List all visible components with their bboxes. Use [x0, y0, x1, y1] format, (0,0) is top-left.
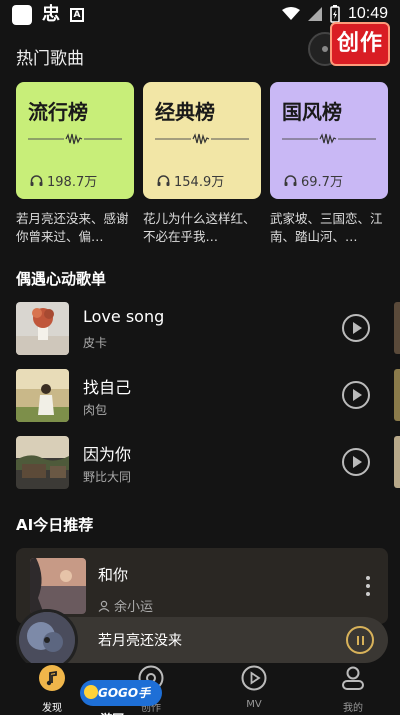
chart-card-classic[interactable]: 经典榜 154.9万 — [143, 82, 261, 199]
song-row[interactable]: 找自己 肉包 — [16, 369, 384, 425]
tab-label: MV — [246, 699, 262, 710]
song-row[interactable]: Love song 皮卡 — [16, 302, 384, 358]
song-cover — [16, 369, 69, 422]
next-card-edge — [394, 302, 400, 354]
chart-card-pop[interactable]: 流行榜 198.7万 — [16, 82, 134, 199]
waveform-icon — [155, 133, 249, 145]
playlist-section-title: 偶遇心动歌单 — [16, 270, 107, 288]
waveform-icon — [282, 133, 376, 145]
now-playing-bar[interactable]: 若月亮还没来 — [16, 609, 388, 671]
play-button[interactable] — [342, 381, 370, 409]
music-note-icon — [39, 665, 65, 691]
bottom-tab-bar: 发现 创作 MV 我的 GOGO手游网 — [0, 663, 400, 715]
song-title: 找自己 — [83, 378, 132, 397]
song-title: 因为你 — [83, 445, 132, 464]
watermark-logo: GOGO手游网 — [80, 680, 162, 715]
tab-label: 我的 — [343, 703, 363, 714]
notification-glyph-icon: 忠 — [42, 4, 60, 25]
ai-song-artist-name: 余小运 — [114, 600, 154, 615]
person-icon — [340, 665, 366, 691]
chart-card-guofeng[interactable]: 国风榜 69.7万 — [270, 82, 388, 199]
play-circle-icon — [241, 665, 267, 691]
tab-label: 发现 — [42, 703, 62, 714]
song-title: Love song — [83, 307, 165, 326]
ai-recommend-card[interactable]: 和你 余小运 — [16, 548, 388, 624]
song-cover — [16, 302, 69, 355]
tab-mine[interactable]: 我的 — [323, 665, 383, 715]
chart-card-title: 经典榜 — [155, 100, 215, 124]
chart-card-title: 流行榜 — [28, 100, 88, 124]
now-playing-cover — [16, 609, 78, 671]
play-button[interactable] — [342, 448, 370, 476]
ai-song-cover — [30, 558, 86, 614]
ai-song-title: 和你 — [98, 566, 129, 584]
headphones-icon — [30, 174, 43, 186]
chart-card-desc[interactable]: 花儿为什么这样红、不必在乎我… — [143, 210, 265, 246]
play-button[interactable] — [342, 314, 370, 342]
person-icon — [98, 600, 110, 612]
hot-songs-title: 热门歌曲 — [16, 49, 84, 69]
ai-section-title: AI今日推荐 — [16, 516, 94, 534]
create-button[interactable]: 创作 — [308, 22, 390, 70]
song-artist: 肉包 — [83, 403, 108, 417]
chart-card-plays-value: 198.7万 — [47, 175, 98, 190]
more-options-icon[interactable] — [366, 576, 370, 596]
song-row[interactable]: 因为你 野比大同 — [16, 436, 384, 492]
pause-button[interactable] — [346, 626, 374, 654]
tab-mv[interactable]: MV — [224, 665, 284, 715]
ai-song-artist: 余小运 — [98, 596, 153, 615]
headphones-icon — [157, 174, 170, 186]
chart-card-plays: 69.7万 — [284, 171, 343, 190]
headphones-icon — [284, 174, 297, 186]
battery-icon — [330, 5, 340, 23]
app-screen: 忠 A 10:49 创作 热门歌曲 流行榜 198.7万 若月亮还没来、感谢你曾… — [0, 0, 400, 715]
chart-card-desc[interactable]: 武家坡、三国恋、江南、踏山河、… — [270, 210, 392, 246]
chart-card-desc[interactable]: 若月亮还没来、感谢你曾来过、偏… — [16, 210, 138, 246]
song-artist: 皮卡 — [83, 336, 108, 350]
next-card-edge — [394, 369, 400, 421]
chart-card-plays: 198.7万 — [30, 171, 97, 190]
song-cover — [16, 436, 69, 489]
notification-a-icon: A — [70, 8, 84, 22]
next-card-edge — [394, 436, 400, 488]
chart-card-plays: 154.9万 — [157, 171, 224, 190]
chart-card-plays-value: 154.9万 — [174, 175, 225, 190]
wifi-icon — [281, 7, 300, 20]
now-playing-title: 若月亮还没来 — [98, 633, 182, 649]
create-button-label: 创作 — [330, 22, 390, 66]
chart-card-plays-value: 69.7万 — [301, 175, 343, 190]
signal-icon — [307, 7, 322, 21]
tab-discover[interactable]: 发现 — [22, 665, 82, 715]
clock: 10:49 — [347, 5, 388, 22]
notification-app-icon — [12, 5, 32, 25]
song-artist: 野比大同 — [83, 470, 132, 484]
chart-card-title: 国风榜 — [282, 100, 342, 124]
waveform-icon — [28, 133, 122, 145]
